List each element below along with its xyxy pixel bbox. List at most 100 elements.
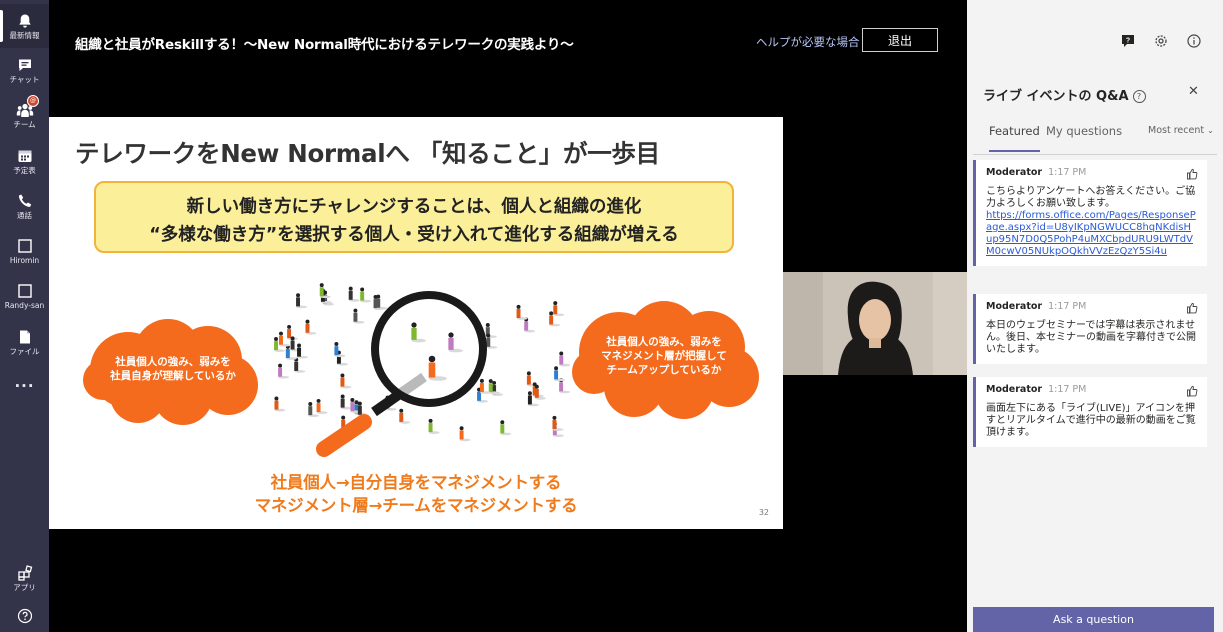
presentation-slide: テレワークをNew Normalへ 「知ること」が一歩目 新しい働き方にチャレン… (49, 117, 783, 529)
rail-item-calendar[interactable]: 予定表 (0, 139, 49, 183)
like-icon[interactable] (1186, 302, 1198, 314)
rail-label: 予定表 (13, 165, 36, 175)
rail-label: アプリ (13, 582, 36, 592)
cloud-left: 社員個人の強み、弱みを 社員自身が理解しているか (83, 315, 263, 425)
rail-label: Randy-san (4, 300, 45, 310)
help-link[interactable]: ヘルプが必要な場合 (756, 34, 860, 50)
crowd-illustration (274, 283, 571, 457)
rail-item-activity[interactable]: 最新情報 (0, 4, 49, 48)
close-icon[interactable]: ✕ (1188, 85, 1200, 98)
sort-label: Most recent (1148, 125, 1205, 136)
person-figure (340, 373, 352, 389)
person-figure (316, 398, 328, 414)
rail-item-files[interactable]: ファイル (0, 320, 49, 364)
person-figure (334, 342, 346, 358)
person-figure (500, 420, 512, 436)
person-figure (554, 366, 566, 382)
chevron-down-icon: ⌄ (1207, 126, 1214, 135)
leave-button[interactable]: 退出 (862, 28, 938, 52)
cloud-right-line-1: 社員個人の強み、弱みを (606, 336, 722, 348)
calendar-icon (16, 148, 34, 164)
qa-panel-toggle-button[interactable]: ? (1120, 33, 1136, 49)
phone-icon (16, 193, 34, 209)
tab-featured[interactable]: Featured (989, 124, 1040, 152)
rail-label: チャット (9, 74, 40, 84)
person-figure (297, 343, 309, 359)
person-figure (524, 317, 536, 333)
qa-card: Moderator 1:17 PM 本日のウェブセミナーでは字幕は表示されません。… (973, 294, 1207, 364)
file-icon (16, 329, 34, 345)
app-rail: 最新情報 チャット @ チーム 予定表 通話 Hiromin Randy-san… (0, 0, 49, 632)
person-figure (336, 350, 348, 366)
qa-chat-icon: ? (1122, 35, 1134, 47)
magnifier-illustration (316, 291, 487, 457)
qa-help-icon[interactable]: ? (1132, 90, 1146, 103)
person-figure (399, 408, 411, 424)
live-event-stage: 組織と社員がReskillする！〜New Normal時代におけるテレワークの実… (49, 0, 967, 632)
rail-item-teams[interactable]: @ チーム (0, 93, 49, 137)
cloud-left-line-2: 社員自身が理解しているか (110, 370, 236, 382)
card-time: 1:17 PM (1048, 384, 1087, 395)
divider (973, 154, 1217, 155)
person-figure (274, 396, 286, 412)
like-icon[interactable] (1186, 385, 1198, 397)
rail-label: Hiromin (9, 255, 40, 265)
slide-title: テレワークをNew Normalへ 「知ること」が一歩目 (75, 139, 660, 168)
chat-icon (16, 57, 34, 73)
tab-my-questions[interactable]: My questions (1046, 124, 1122, 138)
apps-icon (16, 564, 34, 581)
person-figure (552, 415, 564, 431)
rail-item-calls[interactable]: 通話 (0, 184, 49, 228)
card-text: 本日のウェブセミナーでは字幕は表示されません。後日、本セミナーの動画を字幕付きで… (986, 320, 1196, 355)
rail-label: チーム (13, 119, 36, 129)
bell-icon (16, 13, 34, 29)
settings-button[interactable] (1153, 33, 1169, 49)
info-button[interactable] (1186, 33, 1202, 49)
slide-conclusion-1: 社員個人→自分自身をマネジメントする (270, 473, 562, 492)
ask-question-button[interactable]: Ask a question (973, 607, 1214, 632)
rail-item-help[interactable] (0, 600, 49, 632)
more-icon: ... (14, 373, 35, 391)
qa-card: Moderator 1:17 PM こちらよりアンケートへお答えください。ご協力よ… (973, 160, 1207, 266)
gear-icon (1155, 35, 1167, 47)
mention-badge: @ (27, 95, 39, 107)
card-author: Moderator (986, 384, 1043, 395)
person-figure (278, 363, 290, 379)
card-author: Moderator (986, 301, 1043, 312)
person-figure (428, 418, 440, 434)
person-figure (353, 308, 365, 324)
slide-page-number: 32 (758, 508, 769, 517)
event-title: 組織と社員がReskillする！〜New Normal時代におけるテレワークの実… (75, 37, 574, 53)
qa-panel-title: ライブ イベントの Q&A? (983, 85, 1146, 104)
highlight-line-2: “多様な働き方”を選択する個人・受け入れて進化する組織が増える (149, 225, 679, 245)
person-figure (360, 287, 372, 303)
card-author: Moderator (986, 167, 1043, 178)
app-icon (16, 238, 34, 254)
person-figure (348, 286, 360, 302)
person-figure (305, 319, 317, 335)
like-icon[interactable] (1186, 168, 1198, 180)
person-figure (376, 294, 388, 310)
survey-link[interactable]: https://forms.office.com/Pages/ResponseP… (986, 210, 1197, 258)
slide-conclusion-2: マネジメント層→チームをマネジメントする (254, 496, 578, 515)
sort-dropdown[interactable]: Most recent ⌄ (1148, 125, 1214, 136)
qa-panel: ? ライブ イベントの Q&A? ✕ Featured My questions… (967, 0, 1223, 632)
person-figure (516, 304, 528, 320)
card-time: 1:17 PM (1048, 167, 1087, 178)
card-text: こちらよりアンケートへお答えください。ご協力よろしくお願い致します。 (986, 186, 1196, 209)
rail-item-hiromin[interactable]: Hiromin (0, 229, 49, 273)
rail-item-chat[interactable]: チャット (0, 48, 49, 92)
highlight-line-1: 新しい働き方にチャレンジすることは、個人と組織の進化 (186, 197, 642, 217)
person-figure (296, 293, 308, 309)
rail-item-randy-san[interactable]: Randy-san (0, 274, 49, 318)
person-figure (553, 301, 565, 317)
more-apps-button[interactable]: ... (0, 362, 49, 402)
rail-item-apps[interactable]: アプリ (0, 556, 49, 600)
help-icon (16, 608, 34, 624)
cloud-right-line-3: チームアップしているか (606, 364, 722, 376)
cloud-right: 社員個人の強み、弱みを マネジメント層が把握して チームアップしているか (569, 297, 759, 422)
person-figure (340, 394, 352, 410)
card-time: 1:17 PM (1048, 301, 1087, 312)
person-figure (459, 426, 471, 442)
svg-text:?: ? (1126, 38, 1130, 45)
